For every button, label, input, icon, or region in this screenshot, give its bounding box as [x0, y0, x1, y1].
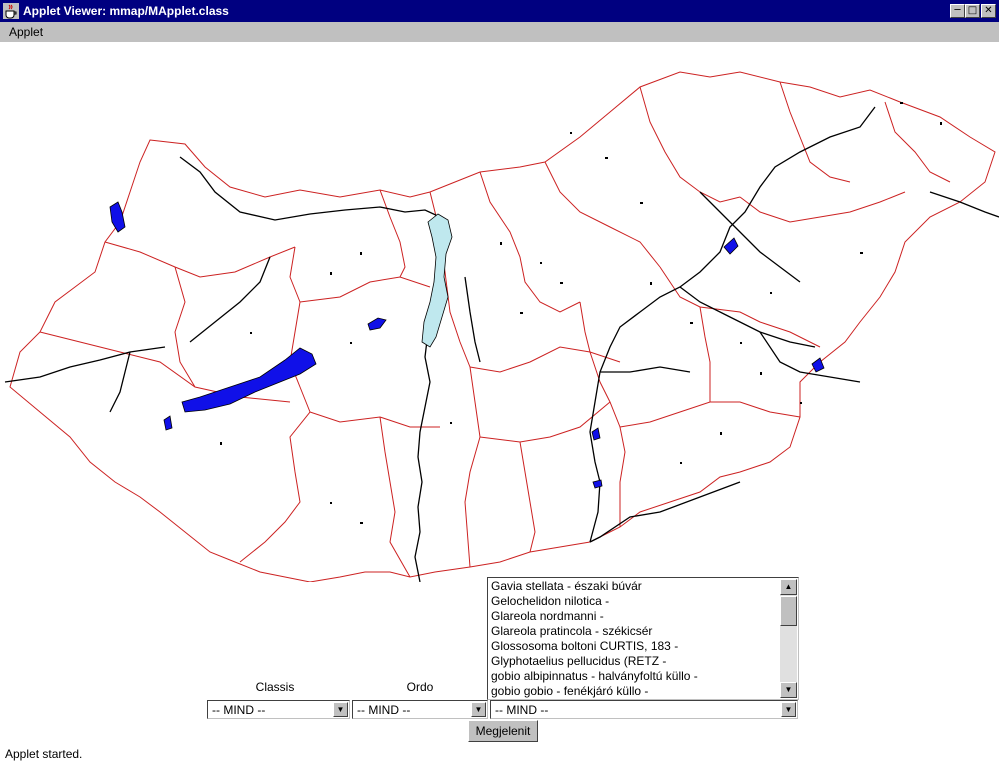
minimize-icon: ─ [954, 5, 961, 16]
java-cup-icon [3, 3, 19, 19]
classis-value: -- MIND -- [212, 703, 266, 717]
minimize-button[interactable]: ─ [950, 4, 965, 18]
classis-label: Classis [255, 680, 295, 694]
rivers [4, 106, 999, 582]
lake-tisza [723, 237, 739, 255]
scroll-thumb[interactable] [780, 596, 797, 626]
county-borders [9, 71, 996, 582]
list-item[interactable]: Gavia stellata - északi búvár [491, 579, 781, 594]
lake-velence [367, 317, 387, 331]
lakes [109, 201, 825, 489]
menu-applet[interactable]: Applet [9, 25, 43, 39]
chevron-down-icon[interactable]: ▼ [781, 702, 796, 717]
scroll-down-button[interactable]: ▼ [780, 682, 797, 698]
menu-bar: Applet [0, 22, 999, 42]
small-water-bodies [220, 102, 942, 524]
window-title: Applet Viewer: mmap/MApplet.class [23, 4, 229, 18]
species-list[interactable]: Gavia stellata - északi búvár Gelochelid… [487, 577, 799, 700]
hungary-map[interactable] [0, 42, 999, 582]
display-button[interactable]: Megjelenit [468, 720, 538, 742]
danube-bend [421, 213, 453, 348]
list-scrollbar[interactable]: ▲ ▼ [780, 579, 797, 698]
tisza-river [589, 106, 876, 543]
close-icon: ✕ [984, 5, 993, 16]
lake-balaton [181, 347, 317, 413]
chevron-up-icon: ▲ [784, 582, 793, 591]
list-item[interactable]: Gelochelidon nilotica - [491, 594, 781, 609]
ordo-value: -- MIND -- [357, 703, 411, 717]
list-item[interactable]: Glareola nordmanni - [491, 609, 781, 624]
scroll-up-button[interactable]: ▲ [780, 579, 797, 595]
danube-river [179, 156, 446, 582]
close-button[interactable]: ✕ [981, 4, 996, 18]
species-select[interactable]: -- MIND -- ▼ [490, 700, 798, 719]
maximize-icon: □ [967, 5, 978, 16]
ordo-label: Ordo [406, 680, 434, 694]
list-item[interactable]: gobio albipinnatus - halványfoltú küllo … [491, 669, 781, 684]
status-text: Applet started. [5, 747, 83, 761]
chevron-down-icon[interactable]: ▼ [471, 702, 486, 717]
maximize-button[interactable]: □ [965, 4, 980, 18]
title-bar: Applet Viewer: mmap/MApplet.class ─ □ ✕ [0, 0, 999, 22]
chevron-down-icon: ▼ [784, 685, 793, 694]
list-item[interactable]: gobio gobio - fenékjáró küllo - [491, 684, 781, 699]
list-item[interactable]: Glareola pratincola - székicsér [491, 624, 781, 639]
chevron-down-icon[interactable]: ▼ [333, 702, 348, 717]
ordo-select[interactable]: -- MIND -- ▼ [352, 700, 488, 719]
list-item[interactable]: Glossosoma boltoni CURTIS, 183 - [491, 639, 781, 654]
classis-select[interactable]: -- MIND -- ▼ [207, 700, 350, 719]
country-border [9, 71, 996, 582]
species-value: -- MIND -- [495, 703, 549, 717]
list-item[interactable]: Glyphotaelius pellucidus (RETZ - [491, 654, 781, 669]
lake-ferto [109, 201, 126, 233]
